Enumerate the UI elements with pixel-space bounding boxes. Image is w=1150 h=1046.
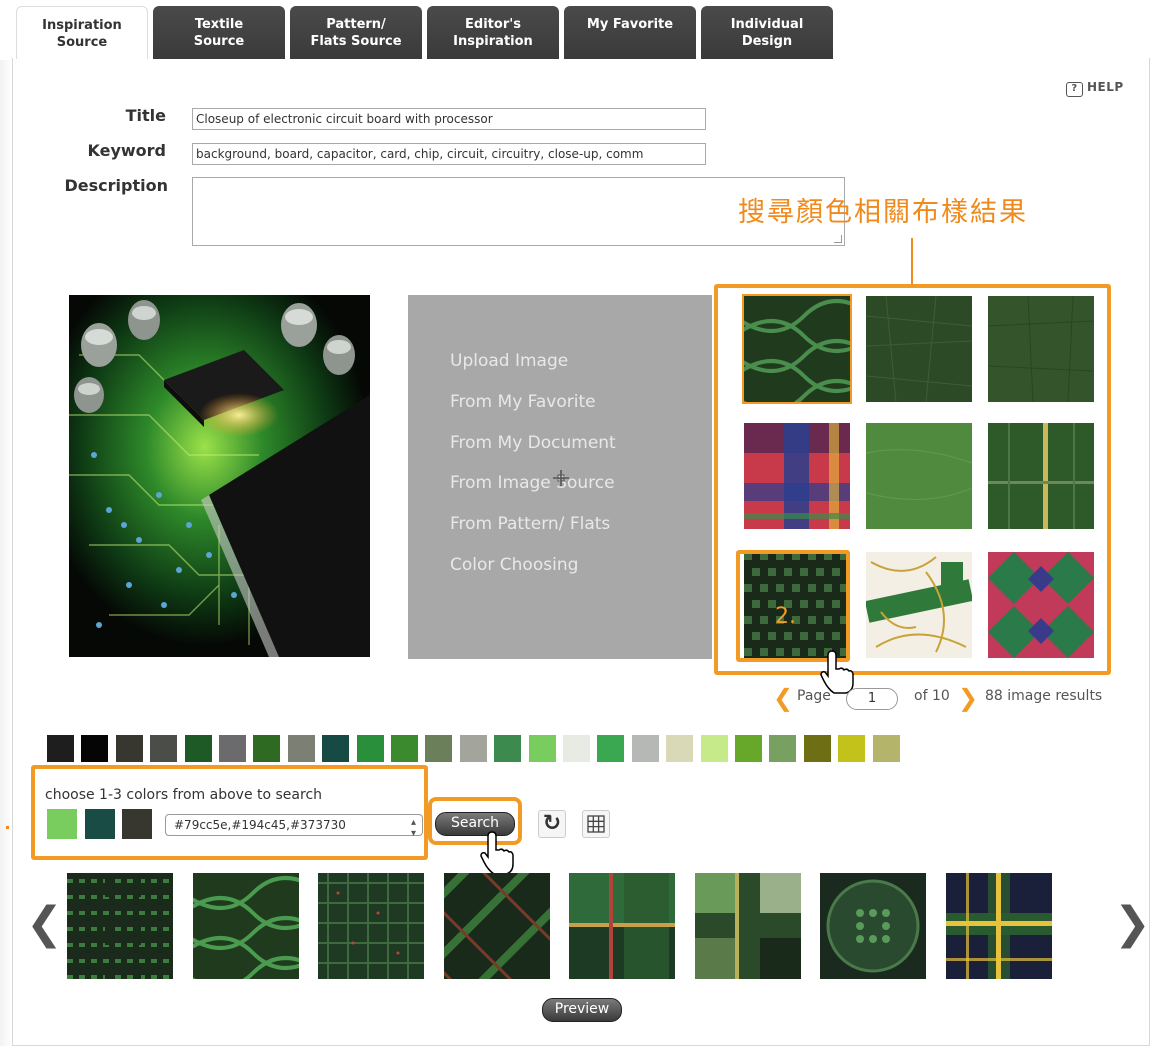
related-thumb-green-houndstooth[interactable] [67,873,173,979]
menu-from-my-document[interactable]: From My Document [450,433,616,453]
related-thumb-green-tweed[interactable] [318,873,424,979]
palette-swatch[interactable] [871,734,901,763]
result-count: 88 image results [985,688,1103,704]
palette-swatch[interactable] [458,734,488,763]
carousel-next-icon[interactable]: ❯ [1114,898,1150,949]
color-values-select[interactable]: #79cc5e,#194c45,#373730 ▴ ▾ [165,814,423,839]
related-thumb-green-diagonal-plaid[interactable] [444,873,550,979]
palette-swatch[interactable] [768,734,798,763]
menu-color-choosing[interactable]: Color Choosing [450,555,578,575]
menu-upload-image[interactable]: Upload Image [450,351,568,371]
menu-from-pattern-flats[interactable]: From Pattern/ Flats [450,514,610,534]
tab-textile-source[interactable]: Textile Source [153,6,285,59]
result-thumb-red-blue-plaid[interactable] [744,423,850,529]
palette-swatch[interactable] [493,734,523,763]
step-marker: 2. [775,604,796,629]
color-values-text: #79cc5e,#194c45,#373730 [174,818,346,832]
help-link[interactable]: ? HELP [1066,80,1124,97]
palette-swatch[interactable] [218,734,247,763]
palette-swatch[interactable] [286,734,316,763]
palette-swatch[interactable] [630,734,660,763]
refresh-icon[interactable]: ↻ [538,810,566,838]
menu-from-my-favorite[interactable]: From My Favorite [450,392,596,412]
title-label: Title [125,106,166,125]
palette-swatch[interactable] [114,734,144,763]
related-thumb-navy-yellow-tartan[interactable] [946,873,1052,979]
page-number-input[interactable]: 1 [846,688,898,710]
keyword-input[interactable]: background, board, capacitor, card, chip… [192,143,706,165]
move-cursor-icon [553,470,569,486]
next-page-chevron-icon[interactable]: ❯ [958,684,978,712]
search-button[interactable]: Search [435,812,515,836]
selected-color-1[interactable] [47,809,77,839]
related-thumb-green-circle-weave[interactable] [820,873,926,979]
palette-swatch[interactable] [390,734,419,763]
palette-swatch[interactable] [252,734,282,763]
selected-color-3[interactable] [122,809,152,839]
select-arrows-icon: ▴ ▾ [410,817,416,839]
selected-color-2[interactable] [85,809,115,839]
palette-swatch[interactable] [355,734,385,763]
palette-swatch[interactable] [596,734,626,763]
palette-swatch[interactable] [424,734,454,763]
palette-swatch[interactable] [80,734,110,763]
prev-page-chevron-icon[interactable]: ❮ [773,684,793,712]
description-label: Description [64,176,168,195]
page-label: Page [797,688,831,704]
palette-swatch[interactable] [734,734,763,763]
inspiration-image[interactable] [69,295,370,657]
palette-swatch[interactable] [699,734,729,763]
image-source-menu: Upload Image From My Favorite From My Do… [408,295,712,659]
result-thumb-green-textured[interactable] [866,296,972,402]
palette-swatch[interactable] [149,734,179,763]
color-search-instruction: choose 1-3 colors from above to search [45,787,323,803]
help-label: HELP [1087,80,1124,94]
keyword-label: Keyword [87,141,166,160]
tab-pattern-flats-source[interactable]: Pattern/ Flats Source [290,6,422,59]
related-thumb-green-tartan[interactable] [569,873,675,979]
palette-swatch[interactable] [46,734,75,763]
palette-swatch[interactable] [562,734,591,763]
annotation-dot [6,826,9,829]
related-thumb-green-lattice[interactable] [193,873,299,979]
result-thumb-green-lattice[interactable] [742,294,852,404]
left-edge-shadow [0,60,12,1046]
result-thumb-green-stripe-plaid[interactable] [988,423,1094,529]
palette-swatch[interactable] [837,734,867,763]
related-thumb-green-check[interactable] [695,873,801,979]
result-thumb-chain-print[interactable] [866,552,972,658]
annotation-line [911,238,913,284]
tab-individual-design[interactable]: Individual Design [701,6,833,59]
question-icon: ? [1066,82,1083,97]
palette-swatch[interactable] [665,734,695,763]
palette-swatch[interactable] [527,734,557,763]
palette-swatch[interactable] [183,734,213,763]
resize-grip-icon[interactable] [834,235,842,243]
annotation-callout: 搜尋顏色相關布樣結果 [738,197,1028,228]
menu-from-image-source[interactable]: From Image Source [450,473,615,493]
carousel-prev-icon[interactable]: ❮ [26,898,63,949]
tab-editors-inspiration[interactable]: Editor's Inspiration [427,6,559,59]
title-input[interactable]: Closeup of electronic circuit board with… [192,108,706,130]
tab-my-favorite[interactable]: My Favorite [564,6,696,59]
result-thumb-green-linen[interactable] [866,423,972,529]
result-thumb-argyle-diamond[interactable] [988,552,1094,658]
grid-icon[interactable] [582,810,610,838]
preview-button[interactable]: Preview [542,998,622,1022]
tab-inspiration-source[interactable]: Inspiration Source [16,6,148,59]
palette-swatch[interactable] [802,734,832,763]
palette-swatch[interactable] [321,734,351,763]
result-thumb-green-canvas[interactable] [988,296,1094,402]
page-total: of 10 [914,688,950,704]
